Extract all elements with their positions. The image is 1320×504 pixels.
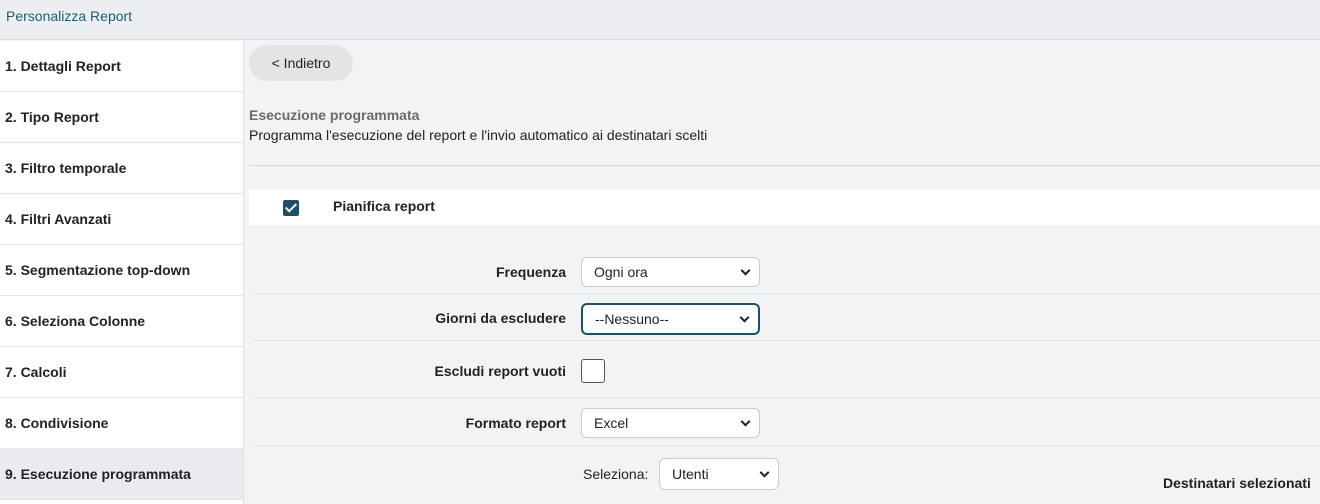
exclude-days-value: --Nessuno--	[595, 311, 669, 327]
exclude-days-select[interactable]: --Nessuno--	[581, 303, 760, 335]
sidebar-item-condivisione[interactable]: 8. Condivisione	[0, 398, 243, 449]
exclude-empty-checkbox[interactable]	[581, 359, 605, 383]
format-label: Formato report	[465, 415, 566, 431]
main-panel: < Indietro Esecuzione programmata Progra…	[245, 41, 1320, 504]
recipient-type-value: Utenti	[672, 466, 709, 482]
steps-sidebar: 1. Dettagli Report 2. Tipo Report 3. Fil…	[0, 41, 244, 504]
header-bar: Personalizza Report	[0, 0, 1320, 40]
chevron-down-icon	[740, 416, 751, 427]
frequency-select[interactable]: Ogni ora	[581, 257, 760, 287]
plan-report-label: Pianifica report	[333, 198, 435, 214]
sidebar-item-filtro-temporale[interactable]: 3. Filtro temporale	[0, 143, 243, 194]
format-row: Formato report Excel	[253, 398, 1320, 446]
exclude-empty-row: Escludi report vuoti	[253, 341, 1320, 398]
sidebar-item-tipo-report[interactable]: 2. Tipo Report	[0, 92, 243, 143]
frequency-label: Frequenza	[495, 264, 566, 280]
plan-report-checkbox[interactable]	[283, 200, 299, 216]
frequency-row: Frequenza Ogni ora	[253, 252, 1320, 294]
sidebar-item-segmentazione[interactable]: 5. Segmentazione top-down	[0, 245, 243, 296]
recipient-type-select[interactable]: Utenti	[659, 458, 779, 490]
sidebar-item-seleziona-colonne[interactable]: 6. Seleziona Colonne	[0, 296, 243, 347]
sidebar-item-dettagli-report[interactable]: 1. Dettagli Report	[0, 41, 243, 92]
recipients-label: Destinatari selezionati	[1163, 475, 1311, 491]
frequency-value: Ogni ora	[594, 264, 648, 280]
select-label: Seleziona:	[583, 466, 649, 482]
section-description: Programma l'esecuzione del report e l'in…	[249, 127, 708, 143]
sidebar-item-calcoli[interactable]: 7. Calcoli	[0, 347, 243, 398]
exclude-empty-label: Escludi report vuoti	[434, 363, 566, 379]
exclude-days-row: Giorni da escludere --Nessuno--	[253, 294, 1320, 341]
chevron-down-icon	[739, 312, 750, 323]
sidebar-item-esecuzione-programmata[interactable]: 9. Esecuzione programmata	[0, 449, 243, 500]
back-button[interactable]: < Indietro	[249, 45, 353, 81]
divider	[249, 165, 1320, 166]
chevron-down-icon	[759, 467, 770, 478]
format-select[interactable]: Excel	[581, 408, 760, 438]
sidebar-item-filtri-avanzati[interactable]: 4. Filtri Avanzati	[0, 194, 243, 245]
plan-report-row: Pianifica report	[249, 190, 1320, 225]
chevron-down-icon	[740, 265, 751, 276]
section-title: Esecuzione programmata	[249, 107, 420, 123]
format-value: Excel	[594, 415, 629, 431]
exclude-days-label: Giorni da escludere	[435, 310, 566, 326]
page-title: Personalizza Report	[6, 8, 133, 24]
